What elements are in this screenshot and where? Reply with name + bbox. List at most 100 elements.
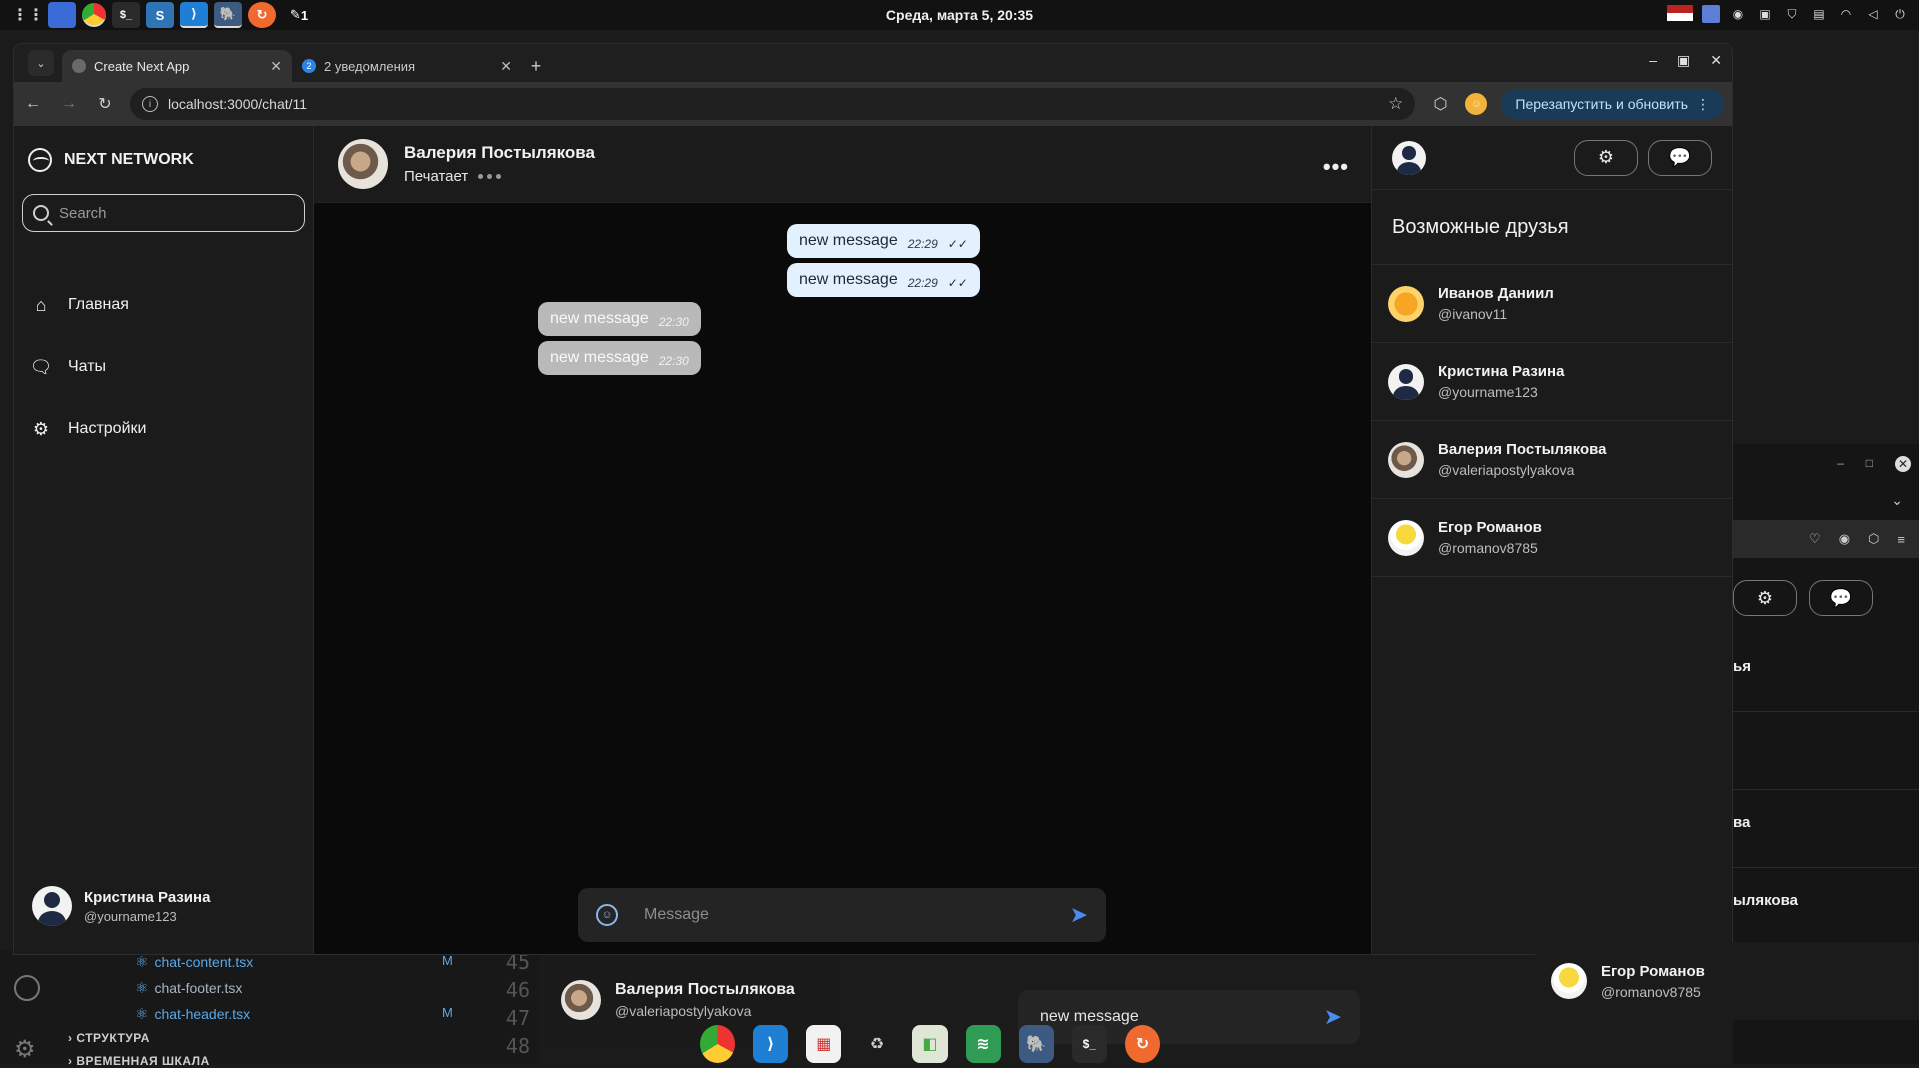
contact-avatar[interactable]: [338, 139, 388, 189]
steam-icon[interactable]: ◉: [1729, 5, 1747, 23]
current-user[interactable]: Кристина Разина @yourname123: [32, 886, 210, 926]
address-bar[interactable]: i localhost:3000/chat/11 ☆: [130, 88, 1416, 120]
message-composer: ☺ Message ➤: [578, 888, 1106, 942]
workspace-indicator[interactable]: ✎ 1: [282, 2, 316, 28]
friend-item[interactable]: Егор Романов @romanov8785: [1372, 499, 1732, 577]
nav-item-home[interactable]: ⌂ Главная: [14, 274, 313, 336]
nav-item-settings[interactable]: ⚙ Настройки: [14, 398, 313, 460]
calendar-icon[interactable]: ▦: [806, 1025, 842, 1063]
trash-icon[interactable]: ♻: [859, 1025, 894, 1063]
reload-icon[interactable]: ↻: [94, 93, 116, 115]
friend-name: Кристина Разина: [1438, 363, 1565, 380]
send-icon[interactable]: ➤: [1070, 902, 1088, 928]
pocket-icon[interactable]: ♡: [1809, 531, 1821, 547]
close-tab-icon[interactable]: ✕: [500, 58, 512, 75]
line-number: 48: [505, 1034, 530, 1058]
extensions-icon[interactable]: ⬡: [1868, 531, 1879, 547]
message-incoming[interactable]: new message 22:30: [538, 341, 701, 375]
file-item[interactable]: ⚛ chat-footer.tsx: [135, 979, 242, 997]
messages-button[interactable]: 💬: [1648, 139, 1712, 176]
flag-us-icon[interactable]: [1667, 5, 1693, 21]
message-outgoing[interactable]: new message 22:29 ✓✓: [787, 263, 980, 297]
site-info-icon[interactable]: i: [142, 96, 158, 112]
folder-icon[interactable]: [1702, 5, 1720, 23]
planet-logo-icon: [28, 148, 52, 172]
system-top-bar: ⋮⋮ $_ S ⟩ 🐘 ↻ ✎ 1 Среда, марта 5, 20:35 …: [0, 0, 1919, 30]
minimize-icon[interactable]: –: [1649, 52, 1657, 69]
chrome-icon[interactable]: [82, 3, 106, 27]
brand[interactable]: NEXT NETWORK: [14, 126, 313, 194]
friend-item[interactable]: Валерия Постылякова @valeriapostylyakova: [1372, 421, 1732, 499]
vscode-icon[interactable]: ⟩: [180, 2, 208, 28]
vscode-icon[interactable]: ⟩: [753, 1025, 789, 1063]
tab-create-next-app[interactable]: Create Next App ✕: [62, 50, 292, 82]
power-icon[interactable]: ⏻: [1891, 5, 1909, 23]
forward-icon[interactable]: →: [58, 93, 80, 115]
postman-icon[interactable]: ↻: [248, 2, 276, 28]
postman-icon[interactable]: ↻: [1124, 1025, 1160, 1063]
kebab-menu-icon[interactable]: ⋮: [1696, 96, 1710, 113]
account-icon[interactable]: ◉: [1839, 531, 1850, 547]
shield-icon[interactable]: ⛉: [1783, 5, 1801, 23]
close-icon[interactable]: ✕: [1710, 52, 1722, 69]
profile-avatar[interactable]: ☺: [1465, 93, 1488, 115]
bookmark-star-icon[interactable]: ☆: [1388, 94, 1403, 114]
minimize-icon[interactable]: –: [1837, 456, 1844, 472]
account-icon[interactable]: [14, 975, 40, 1001]
clipboard-icon[interactable]: ▣: [1756, 5, 1774, 23]
tab-title: 2 уведомления: [324, 58, 416, 74]
close-icon[interactable]: ✕: [1895, 456, 1911, 472]
contact-name[interactable]: Валерия Постылякова: [404, 143, 595, 163]
message-incoming[interactable]: new message 22:30: [538, 302, 701, 336]
git-status: M: [442, 1005, 453, 1020]
line-number: 47: [505, 1006, 530, 1030]
tab-notifications[interactable]: 2 2 уведомления ✕: [292, 50, 522, 82]
files-icon[interactable]: [48, 2, 76, 28]
outline-section[interactable]: › СТРУКТУРА: [68, 1031, 150, 1045]
notification-badge: 2: [302, 59, 316, 73]
file-item[interactable]: ⚛ chat-header.tsx: [135, 1005, 250, 1023]
settings-toggle-icon[interactable]: ◧: [912, 1025, 948, 1063]
emoji-icon[interactable]: ☺: [596, 904, 618, 926]
settings-gear-icon[interactable]: ⚙: [1733, 580, 1797, 616]
tab-strip: ⌄ Create Next App ✕ 2 2 уведомления ✕ + …: [14, 44, 1732, 82]
wifi-icon[interactable]: ◠: [1837, 5, 1855, 23]
nav-item-chats[interactable]: 🗨 Чаты: [14, 336, 313, 398]
notes-icon[interactable]: ▤: [1810, 5, 1828, 23]
tab-search-chevron-icon[interactable]: ⌄: [28, 50, 54, 76]
chat-bubble-icon[interactable]: 💬: [1809, 580, 1873, 616]
app-grid-icon[interactable]: ⋮⋮: [12, 2, 44, 28]
message-outgoing[interactable]: new message 22:29 ✓✓: [787, 224, 980, 258]
search-placeholder: Search: [59, 204, 107, 222]
friend-item[interactable]: Иванов Даниил @ivanov11: [1372, 265, 1732, 343]
manage-gear-icon[interactable]: ⚙: [14, 1035, 40, 1063]
maximize-icon[interactable]: □: [1866, 456, 1873, 472]
new-tab-button[interactable]: +: [522, 50, 550, 82]
layers-icon[interactable]: ≋: [965, 1025, 1001, 1063]
avatar[interactable]: [1392, 140, 1426, 175]
chevron-down-icon[interactable]: ⌄: [1891, 492, 1903, 509]
more-options-icon[interactable]: •••: [1323, 154, 1349, 180]
steam-icon[interactable]: S: [146, 2, 174, 28]
chrome-icon[interactable]: [700, 1025, 736, 1063]
settings-button[interactable]: ⚙: [1574, 139, 1638, 176]
relaunch-update-button[interactable]: Перезапустить и обновить ⋮: [1501, 89, 1724, 119]
pgadmin-icon[interactable]: 🐘: [1018, 1025, 1054, 1063]
terminal-icon[interactable]: $_: [1071, 1025, 1107, 1063]
close-tab-icon[interactable]: ✕: [270, 58, 282, 75]
maximize-icon[interactable]: ▣: [1677, 52, 1690, 69]
volume-icon[interactable]: ◁: [1864, 5, 1882, 23]
terminal-icon[interactable]: $_: [112, 2, 140, 28]
timeline-section[interactable]: › ВРЕМЕННАЯ ШКАЛА: [68, 1054, 210, 1068]
search-input[interactable]: Search: [22, 194, 305, 232]
message-input[interactable]: Message: [644, 906, 1044, 924]
file-item[interactable]: ⚛ chat-content.tsx: [135, 953, 253, 971]
extensions-icon[interactable]: ⬡: [1429, 93, 1451, 115]
friend-item[interactable]: Кристина Разина @yourname123: [1372, 343, 1732, 421]
pgadmin-icon[interactable]: 🐘: [214, 2, 242, 28]
message-time: 22:30: [658, 315, 689, 329]
friend-name: Егор Романов: [1601, 962, 1705, 980]
back-icon[interactable]: ←: [22, 93, 44, 115]
background-app-pane: – □ ✕ ⌄ ♡ ◉ ⬡ ≡ ⚙ 💬 ья ва ылякова: [1733, 444, 1919, 946]
menu-icon[interactable]: ≡: [1897, 532, 1905, 547]
